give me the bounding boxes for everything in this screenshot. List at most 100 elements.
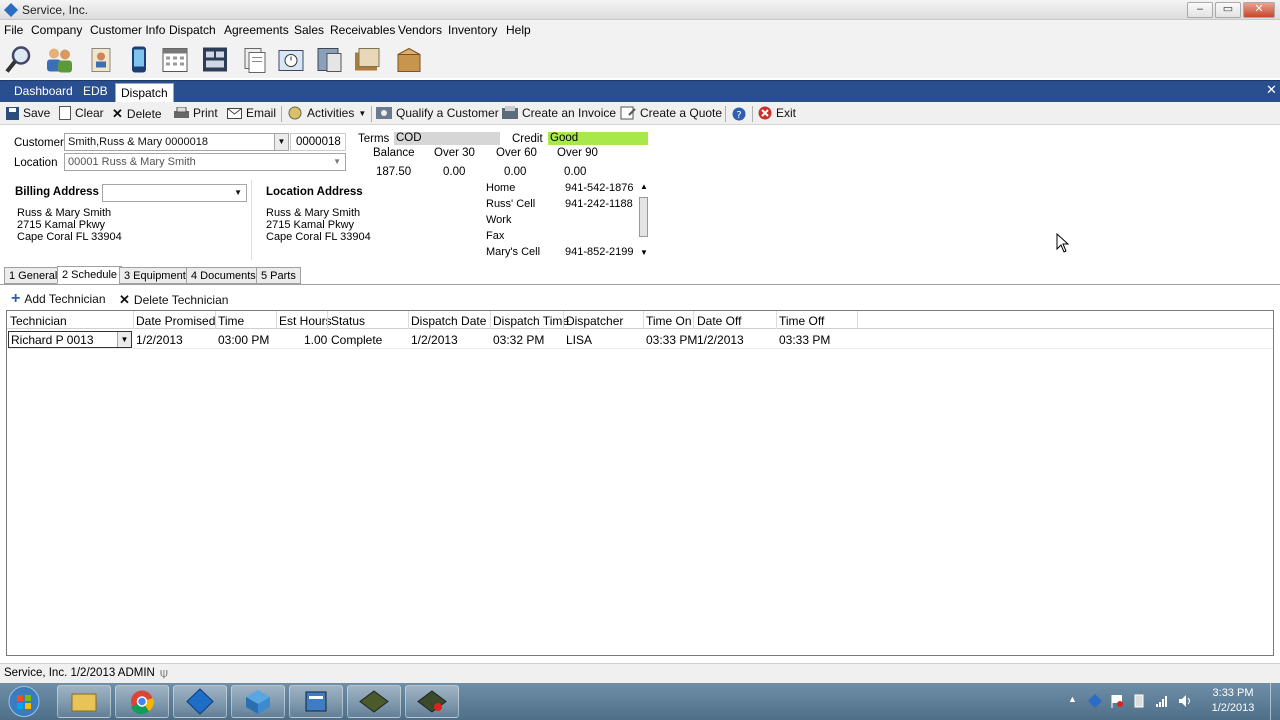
close-tab-icon[interactable]: ✕ (1266, 82, 1277, 98)
documents-icon[interactable] (352, 44, 382, 75)
phone-icon[interactable] (314, 44, 344, 75)
column-header[interactable]: Date Promised (136, 314, 215, 328)
column-header[interactable]: Time On (646, 314, 692, 328)
customers-icon[interactable] (44, 44, 74, 75)
email-button[interactable]: Email (227, 106, 276, 120)
minimize-button[interactable]: – (1187, 2, 1213, 18)
window-title: Service, Inc. (22, 3, 89, 17)
subtab-equipment[interactable]: 3 Equipment (119, 267, 191, 284)
contacts-icon[interactable] (86, 44, 116, 75)
column-header[interactable]: Est Hours (279, 314, 332, 328)
cell-dispatch-date[interactable]: 1/2/2013 (411, 333, 458, 347)
device-tray-icon[interactable] (1132, 694, 1146, 708)
create-invoice-button[interactable]: Create an Invoice (502, 106, 616, 120)
volume-icon[interactable] (1178, 694, 1192, 708)
cell-time-on[interactable]: 03:33 PM (646, 333, 697, 347)
create-quote-button[interactable]: Create a Quote (620, 106, 722, 120)
menu-file[interactable]: File (4, 23, 23, 37)
close-window-button[interactable]: ✕ (1243, 2, 1275, 18)
column-header[interactable]: Time (218, 314, 244, 328)
flag-tray-icon[interactable] (1110, 694, 1124, 708)
billing-address-select[interactable]: ▼ (102, 184, 247, 202)
menu-help[interactable]: Help (506, 23, 531, 37)
chevron-down-icon[interactable]: ▼ (274, 134, 288, 150)
cell-technician: Richard P 0013 (11, 333, 94, 347)
cell-status[interactable]: Complete (331, 333, 382, 347)
qualify-customer-button[interactable]: Qualify a Customer (376, 106, 499, 120)
help-icon[interactable]: ? (732, 107, 746, 121)
tab-dashboard[interactable]: Dashboard (14, 84, 73, 98)
system-clock[interactable]: 3:33 PM 1/2/2013 (1200, 686, 1266, 716)
menu-receivables[interactable]: Receivables (330, 23, 395, 37)
scrollbar-thumb[interactable] (639, 197, 648, 237)
menu-inventory[interactable]: Inventory (448, 23, 497, 37)
menu-sales[interactable]: Sales (294, 23, 324, 37)
subtab-schedule[interactable]: 2 Schedule (57, 266, 123, 284)
cell-time[interactable]: 03:00 PM (218, 333, 269, 347)
menu-agreements[interactable]: Agreements (224, 23, 289, 37)
taskbar-service-app[interactable] (173, 685, 227, 718)
subtab-general[interactable]: 1 General (4, 267, 63, 284)
cell-date-off[interactable]: 1/2/2013 (697, 333, 744, 347)
taskbar-app-4[interactable] (347, 685, 401, 718)
column-header[interactable]: Date Off (697, 314, 741, 328)
clear-button[interactable]: Clear (59, 106, 104, 120)
phone-list-scrollbar[interactable]: ▲ ▼ (638, 182, 650, 258)
start-button-icon[interactable] (6, 685, 42, 718)
scheduler-icon[interactable] (276, 44, 306, 75)
scroll-up-icon[interactable]: ▲ (640, 182, 648, 191)
scroll-down-icon[interactable]: ▼ (640, 248, 648, 257)
column-header[interactable]: Technician (10, 314, 67, 328)
location-select[interactable]: 00001 Russ & Mary Smith ▼ (64, 153, 346, 171)
save-button[interactable]: Save (6, 106, 50, 120)
column-header[interactable]: Dispatch Time (493, 314, 569, 328)
maximize-button[interactable]: ▭ (1215, 2, 1241, 18)
column-divider (643, 311, 644, 329)
dispatch-board-icon[interactable] (200, 44, 230, 75)
menu-customer-info[interactable]: Customer Info (90, 23, 165, 37)
add-technician-button[interactable]: + Add Technician (11, 291, 106, 307)
calendar-icon[interactable] (160, 44, 190, 75)
search-icon[interactable] (4, 44, 34, 75)
network-app-tray-icon[interactable] (1088, 694, 1102, 708)
column-divider (276, 311, 277, 329)
cell-dispatch-time[interactable]: 03:32 PM (493, 333, 544, 347)
inventory-icon[interactable] (394, 44, 424, 75)
chevron-down-icon: ▼ (234, 188, 242, 197)
cell-est-hours[interactable]: 1.00 (304, 333, 327, 347)
show-desktop-button[interactable] (1270, 683, 1280, 720)
exit-button[interactable]: Exit (758, 106, 796, 120)
customer-select[interactable]: Smith,Russ & Mary 0000018 ▼ (64, 133, 289, 151)
signal-icon[interactable] (1155, 694, 1169, 708)
service-tickets-icon[interactable] (240, 44, 270, 75)
show-hidden-icons[interactable]: ▲ (1068, 694, 1082, 708)
column-header[interactable]: Status (331, 314, 365, 328)
delete-button[interactable]: ✕ Delete (112, 106, 162, 122)
subtab-parts[interactable]: 5 Parts (256, 267, 301, 284)
column-header[interactable]: Dispatcher (566, 314, 623, 328)
column-header[interactable]: Dispatch Date (411, 314, 486, 328)
activities-dropdown[interactable]: Activities ▼ (288, 106, 366, 120)
delete-technician-button[interactable]: ✕ Delete Technician (119, 292, 228, 308)
taskbar-app-5[interactable] (405, 685, 459, 718)
chevron-down-icon[interactable]: ▼ (117, 332, 131, 347)
print-label: Print (193, 106, 218, 120)
cell-dispatcher[interactable]: LISA (566, 333, 592, 347)
column-header[interactable]: Time Off (779, 314, 824, 328)
tab-dispatch[interactable]: Dispatch (115, 83, 174, 103)
taskbar-app-2[interactable] (231, 685, 285, 718)
mobile-device-icon[interactable] (124, 44, 154, 75)
tab-edb[interactable]: EDB (83, 84, 108, 98)
menu-vendors[interactable]: Vendors (398, 23, 442, 37)
taskbar-app-3[interactable] (289, 685, 343, 718)
subtab-documents[interactable]: 4 Documents (186, 267, 261, 284)
menu-company[interactable]: Company (31, 23, 82, 37)
cell-date-promised[interactable]: 1/2/2013 (136, 333, 183, 347)
print-button[interactable]: Print (174, 106, 218, 120)
table-row[interactable]: Richard P 0013 ▼ 1/2/2013 03:00 PM 1.00 … (7, 330, 1273, 349)
menu-dispatch[interactable]: Dispatch (169, 23, 216, 37)
technician-select[interactable]: Richard P 0013 ▼ (8, 331, 132, 348)
taskbar-chrome[interactable] (115, 685, 169, 718)
cell-time-off[interactable]: 03:33 PM (779, 333, 830, 347)
taskbar-explorer[interactable] (57, 685, 111, 718)
